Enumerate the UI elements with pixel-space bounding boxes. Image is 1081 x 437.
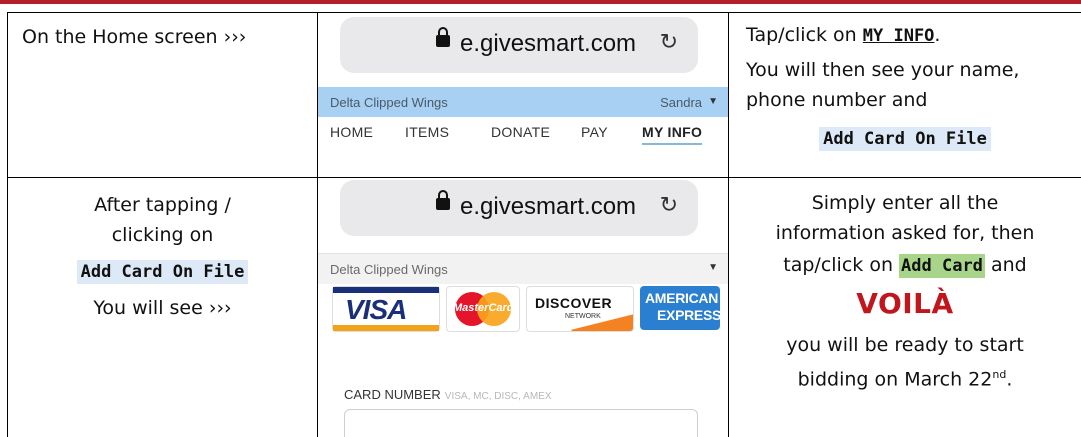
row1-screenshot: e.givesmart.com ↻ Delta Clipped Wings Sa… xyxy=(318,13,728,177)
row2-right-line5: you will be ready to start xyxy=(786,334,1024,356)
row1-right-line2: You will then see your name, xyxy=(746,59,1020,81)
lock-icon xyxy=(436,190,450,210)
row2-left-line1: After tapping / xyxy=(94,194,231,216)
lock-icon xyxy=(436,27,450,47)
add-card-on-file-label: Add Card On File xyxy=(76,260,249,284)
org-bar: Delta Clipped Wings Sandra ▼ xyxy=(318,87,728,117)
row1-instruction: On the Home screen ››› xyxy=(22,26,247,48)
nav-my-info[interactable]: MY INFO xyxy=(642,124,703,145)
period-2: . xyxy=(1006,368,1013,391)
url-text: e.givesmart.com xyxy=(460,30,637,57)
and-text: and xyxy=(984,254,1027,276)
period: . xyxy=(934,24,941,46)
mastercard-text: MasterCard xyxy=(453,302,514,314)
voila-text: VOILÀ xyxy=(856,287,954,320)
row2-right-line2: information asked for, then xyxy=(775,222,1035,244)
row1-right-line1: Tap/click on MY INFO. xyxy=(729,20,1081,51)
row2-right-line6: bidding on March 22nd. xyxy=(729,360,1081,394)
org-name: Delta Clipped Wings xyxy=(330,95,448,110)
nav-donate[interactable]: DONATE xyxy=(491,124,550,140)
url-text-2: e.givesmart.com xyxy=(460,193,637,220)
main-nav: HOME ITEMS DONATE PAY MY INFO xyxy=(318,116,728,154)
row2-left-line2: clicking on xyxy=(111,224,214,246)
row2-right-cell: Simply enter all the information asked f… xyxy=(729,188,1081,394)
visa-logo: VISA xyxy=(332,286,440,332)
url-bar[interactable]: e.givesmart.com ↻ xyxy=(340,17,698,73)
card-number-hint: VISA, MC, DISC, AMEX xyxy=(444,391,552,402)
row2-screenshot: e.givesmart.com ↻ Delta Clipped Wings ▼ … xyxy=(318,178,728,437)
tap-click-text: Tap/click on xyxy=(746,24,863,46)
nav-items[interactable]: ITEMS xyxy=(405,124,449,140)
row2-left-button-line: Add Card On File xyxy=(8,256,317,287)
my-info-link[interactable]: MY INFO xyxy=(863,26,935,46)
row1-left-cell: On the Home screen ››› xyxy=(8,22,317,52)
nav-home[interactable]: HOME xyxy=(330,124,373,140)
card-number-input[interactable] xyxy=(344,409,698,437)
ordinal-suffix: nd xyxy=(992,368,1007,381)
card-number-label-text: CARD NUMBER xyxy=(344,387,441,402)
card-logos: VISA MasterCard DISCOVER NETWORK AMERICA… xyxy=(318,226,728,346)
amex-logo: AMERICAN EXPRESS xyxy=(640,286,722,330)
tap-click-text-2: tap/click on xyxy=(783,254,900,276)
nav-pay[interactable]: PAY xyxy=(581,124,608,140)
visa-text: VISA xyxy=(345,294,407,325)
reload-icon[interactable]: ↻ xyxy=(660,29,678,55)
row1-right-button-line: Add Card On File xyxy=(729,123,1081,154)
row2-left-cell: After tapping / clicking on Add Card On … xyxy=(8,190,317,323)
row1-right-line3: phone number and xyxy=(746,89,928,111)
bidding-text: bidding on March 22 xyxy=(797,368,993,391)
amex-text-1: AMERICAN xyxy=(645,290,719,306)
amex-text-2: EXPRESS xyxy=(657,307,722,323)
user-name[interactable]: Sandra xyxy=(660,95,702,110)
row1-right-cell: Tap/click on MY INFO. You will then see … xyxy=(729,20,1081,154)
row2-right-line3: tap/click on Add Card and xyxy=(729,250,1081,281)
dropdown-arrow-icon[interactable]: ▼ xyxy=(708,96,718,107)
mastercard-logo: MasterCard xyxy=(446,286,520,332)
add-card-on-file-button[interactable]: Add Card On File xyxy=(819,127,991,151)
reload-icon[interactable]: ↻ xyxy=(660,192,678,218)
row2-right-line1: Simply enter all the xyxy=(811,192,999,214)
add-card-button[interactable]: Add Card xyxy=(899,254,985,278)
discover-sub-text: NETWORK xyxy=(565,313,601,320)
voila-line: VOILÀ xyxy=(729,289,1081,322)
top-red-rule xyxy=(0,0,1081,4)
discover-logo: DISCOVER NETWORK xyxy=(526,286,634,332)
row2-left-line4: You will see ››› xyxy=(93,297,232,319)
card-number-label: CARD NUMBER VISA, MC, DISC, AMEX xyxy=(344,387,552,402)
discover-text: DISCOVER xyxy=(535,295,613,311)
